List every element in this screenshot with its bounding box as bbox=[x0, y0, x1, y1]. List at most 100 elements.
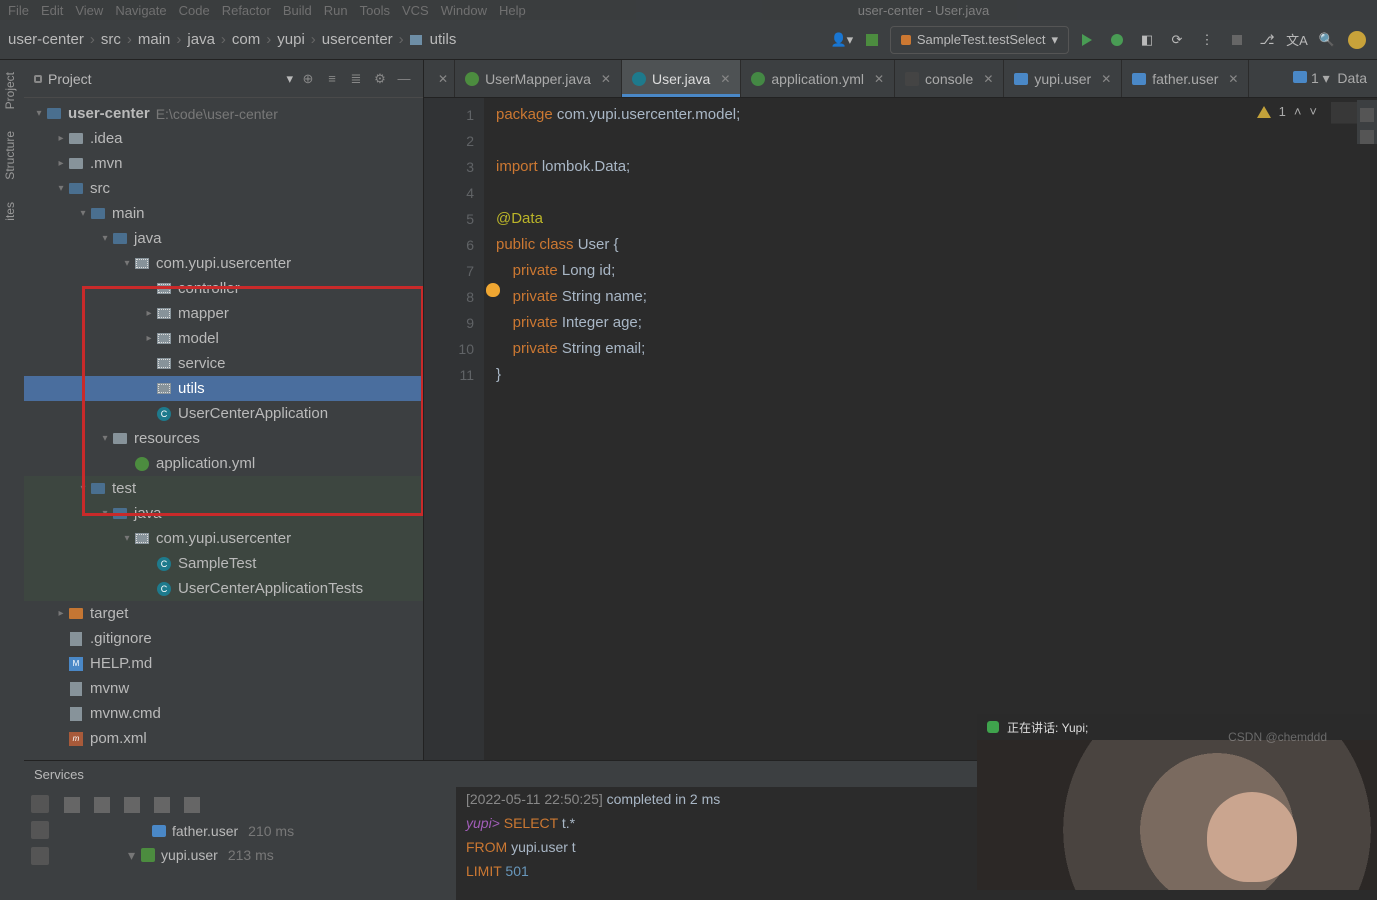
tree-item-java[interactable]: ▾java bbox=[24, 226, 423, 251]
menu-code[interactable]: Code bbox=[179, 3, 210, 18]
menu-help[interactable]: Help bbox=[499, 3, 526, 18]
attach-button[interactable]: ⋮ bbox=[1195, 28, 1219, 52]
breadcrumb-item[interactable]: user-center bbox=[8, 31, 84, 48]
run-button[interactable] bbox=[1075, 28, 1099, 52]
tree-item-test[interactable]: ▾test bbox=[24, 476, 423, 501]
menu-build[interactable]: Build bbox=[283, 3, 312, 18]
plus-icon[interactable] bbox=[1360, 108, 1374, 122]
search-icon[interactable]: 🔍 bbox=[1315, 28, 1339, 52]
stop-button[interactable] bbox=[1225, 28, 1249, 52]
breadcrumb[interactable]: user-center›src›main›java›com›yupi›userc… bbox=[8, 31, 830, 48]
debug-button[interactable] bbox=[1105, 28, 1129, 52]
project-tree[interactable]: ▾ user-center E:\code\user-center ▸.idea… bbox=[24, 98, 423, 760]
close-icon[interactable]: ✕ bbox=[1228, 72, 1238, 86]
collapse-icon[interactable] bbox=[94, 797, 110, 813]
layout-icon[interactable] bbox=[154, 797, 170, 813]
close-icon[interactable]: ✕ bbox=[1101, 72, 1111, 86]
tree-item-SampleTest[interactable]: •CSampleTest bbox=[24, 551, 423, 576]
breadcrumb-item[interactable]: yupi bbox=[277, 31, 305, 48]
breadcrumb-item[interactable]: src bbox=[101, 31, 121, 48]
group-icon[interactable] bbox=[124, 797, 140, 813]
locate-icon[interactable]: ⊕ bbox=[299, 70, 317, 88]
refresh-icon[interactable] bbox=[31, 847, 49, 865]
tree-item-com-yupi-usercenter[interactable]: ▾com.yupi.usercenter bbox=[24, 526, 423, 551]
tree-item-model[interactable]: ▸model bbox=[24, 326, 423, 351]
tree-item-UserCenterApplication[interactable]: •CUserCenterApplication bbox=[24, 401, 423, 426]
menu-vcs[interactable]: VCS bbox=[402, 3, 429, 18]
menu-window[interactable]: Window bbox=[441, 3, 487, 18]
close-icon[interactable]: ✕ bbox=[874, 72, 884, 86]
menu-run[interactable]: Run bbox=[324, 3, 348, 18]
breadcrumb-item[interactable]: com bbox=[232, 31, 260, 48]
toolwindow-ites[interactable]: ites bbox=[0, 196, 24, 227]
user-icon[interactable]: 👤▾ bbox=[830, 28, 854, 52]
check-icon[interactable] bbox=[31, 821, 49, 839]
breadcrumb-item[interactable]: java bbox=[187, 31, 215, 48]
close-icon[interactable]: ✕ bbox=[983, 72, 993, 86]
tree-item-mvnw[interactable]: •mvnw bbox=[24, 676, 423, 701]
tree-item--idea[interactable]: ▸.idea bbox=[24, 126, 423, 151]
tree-item-target[interactable]: ▸target bbox=[24, 601, 423, 626]
git-branch-icon[interactable]: ⎇ bbox=[1255, 28, 1279, 52]
close-icon[interactable]: ✕ bbox=[438, 72, 448, 86]
next-highlight-icon[interactable]: ˅ bbox=[1309, 104, 1317, 119]
tree-item-java[interactable]: ▾java bbox=[24, 501, 423, 526]
tree-item--gitignore[interactable]: •.gitignore bbox=[24, 626, 423, 651]
tree-item--mvn[interactable]: ▸.mvn bbox=[24, 151, 423, 176]
tree-item-UserCenterApplicationTests[interactable]: •CUserCenterApplicationTests bbox=[24, 576, 423, 601]
run-config-selector[interactable]: SampleTest.testSelect ▾ bbox=[890, 26, 1069, 54]
menu-file[interactable]: File bbox=[8, 3, 29, 18]
tree-item-com-yupi-usercenter[interactable]: ▾com.yupi.usercenter bbox=[24, 251, 423, 276]
tree-item-src[interactable]: ▾src bbox=[24, 176, 423, 201]
menu-refactor[interactable]: Refactor bbox=[222, 3, 271, 18]
translate-icon[interactable]: 文A bbox=[1285, 28, 1309, 52]
toolwindow-structure[interactable]: Structure bbox=[0, 125, 24, 186]
tree-item-main[interactable]: ▾main bbox=[24, 201, 423, 226]
tabs-more[interactable]: 1 ▾ Data bbox=[1283, 70, 1377, 87]
services-tree[interactable]: father.user210 ms▾yupi.user213 ms bbox=[56, 787, 456, 900]
chevron-down-icon[interactable]: ▾ bbox=[286, 71, 293, 87]
query-row[interactable]: father.user210 ms bbox=[56, 819, 456, 843]
breadcrumb-item[interactable]: utils bbox=[430, 31, 457, 48]
toolwindow-project[interactable]: Project bbox=[0, 66, 24, 115]
tab-console[interactable]: console✕ bbox=[895, 60, 1004, 97]
menu-navigate[interactable]: Navigate bbox=[115, 3, 166, 18]
tree-root[interactable]: ▾ user-center E:\code\user-center bbox=[24, 101, 423, 126]
tab-father-user[interactable]: father.user✕ bbox=[1122, 60, 1249, 97]
gear-icon[interactable]: ⚙ bbox=[371, 70, 389, 88]
tree-item-mapper[interactable]: ▸mapper bbox=[24, 301, 423, 326]
tree-item-pom-xml[interactable]: •mpom.xml bbox=[24, 726, 423, 751]
close-icon[interactable]: ✕ bbox=[720, 72, 730, 86]
breadcrumb-item[interactable]: main bbox=[138, 31, 171, 48]
close-icon[interactable]: ✕ bbox=[601, 72, 611, 86]
menu-edit[interactable]: Edit bbox=[41, 3, 63, 18]
collapse-all-icon[interactable]: ≣ bbox=[347, 70, 365, 88]
coverage-button[interactable]: ◧ bbox=[1135, 28, 1159, 52]
tree-item-mvnw-cmd[interactable]: •mvnw.cmd bbox=[24, 701, 423, 726]
inspection-widget[interactable]: 1 ˄ ˅ bbox=[1257, 104, 1317, 119]
code-content[interactable]: package com.yupi.usercenter.model; impor… bbox=[484, 98, 1377, 760]
avatar-icon[interactable] bbox=[1345, 28, 1369, 52]
breadcrumb-item[interactable]: usercenter bbox=[322, 31, 393, 48]
filter-icon[interactable] bbox=[31, 795, 49, 813]
profile-button[interactable]: ⟳ bbox=[1165, 28, 1189, 52]
tab-yupi-user[interactable]: yupi.user✕ bbox=[1004, 60, 1122, 97]
tree-item-controller[interactable]: •controller bbox=[24, 276, 423, 301]
build-icon[interactable] bbox=[860, 28, 884, 52]
tree-item-resources[interactable]: ▾resources bbox=[24, 426, 423, 451]
tab-User-java[interactable]: User.java✕ bbox=[622, 60, 741, 97]
hide-icon[interactable]: — bbox=[395, 70, 413, 88]
tree-item-utils[interactable]: •utils bbox=[24, 376, 423, 401]
expand-all-icon[interactable]: ≡ bbox=[323, 70, 341, 88]
intention-bulb-icon[interactable] bbox=[486, 283, 500, 297]
prev-highlight-icon[interactable]: ˄ bbox=[1294, 104, 1302, 119]
tab-application-yml[interactable]: application.yml✕ bbox=[741, 60, 895, 97]
menu-tools[interactable]: Tools bbox=[360, 3, 390, 18]
menu-view[interactable]: View bbox=[75, 3, 103, 18]
query-row[interactable]: ▾yupi.user213 ms bbox=[56, 843, 456, 867]
tab-UserMapper-java[interactable]: UserMapper.java✕ bbox=[455, 60, 622, 97]
tree-item-application-yml[interactable]: •application.yml bbox=[24, 451, 423, 476]
expand-icon[interactable] bbox=[64, 797, 80, 813]
chevron-down-icon[interactable] bbox=[1360, 130, 1374, 144]
add-icon[interactable] bbox=[184, 797, 200, 813]
